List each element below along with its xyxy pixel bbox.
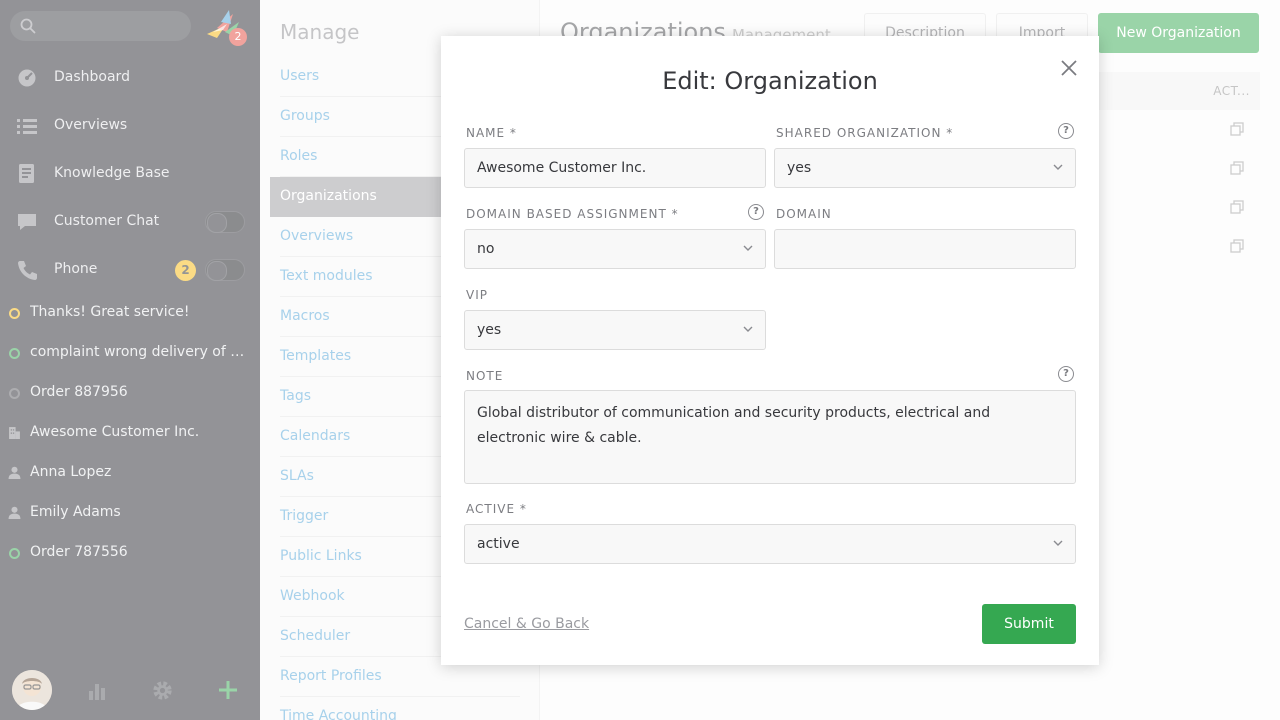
domain-assignment-select[interactable]: no xyxy=(464,229,766,269)
help-icon[interactable]: ? xyxy=(1058,366,1074,382)
modal-title: Edit: Organization xyxy=(662,67,878,95)
note-textarea[interactable]: Global distributor of communication and … xyxy=(464,390,1076,484)
vip-select[interactable]: yes xyxy=(464,310,766,350)
note-label: NOTE xyxy=(466,369,504,383)
active-select[interactable]: active xyxy=(464,524,1076,564)
domain-label: DOMAIN xyxy=(776,207,832,221)
shared-organization-select[interactable]: yes xyxy=(774,148,1076,188)
name-label: NAME * xyxy=(466,126,517,140)
domain-input[interactable] xyxy=(774,229,1076,269)
select-value: yes xyxy=(477,322,502,338)
shared-organization-label: SHARED ORGANIZATION * xyxy=(776,126,954,140)
select-value: active xyxy=(477,536,520,552)
submit-button[interactable]: Submit xyxy=(982,604,1076,644)
edit-organization-modal: Edit: Organization NAME * SHARED ORGANIZ… xyxy=(441,36,1099,665)
help-icon[interactable]: ? xyxy=(748,204,764,220)
chevron-down-icon xyxy=(743,245,753,251)
help-icon[interactable]: ? xyxy=(1058,123,1074,139)
vip-label: VIP xyxy=(466,288,488,302)
select-value: yes xyxy=(787,160,812,176)
cancel-link[interactable]: Cancel & Go Back xyxy=(464,616,589,632)
chevron-down-icon xyxy=(1053,540,1063,546)
close-icon[interactable] xyxy=(1059,58,1079,78)
active-label: ACTIVE * xyxy=(466,502,527,516)
select-value: no xyxy=(477,241,495,257)
name-input[interactable] xyxy=(464,148,766,188)
chevron-down-icon xyxy=(743,326,753,332)
chevron-down-icon xyxy=(1053,164,1063,170)
domain-assignment-label: DOMAIN BASED ASSIGNMENT * xyxy=(466,207,679,221)
